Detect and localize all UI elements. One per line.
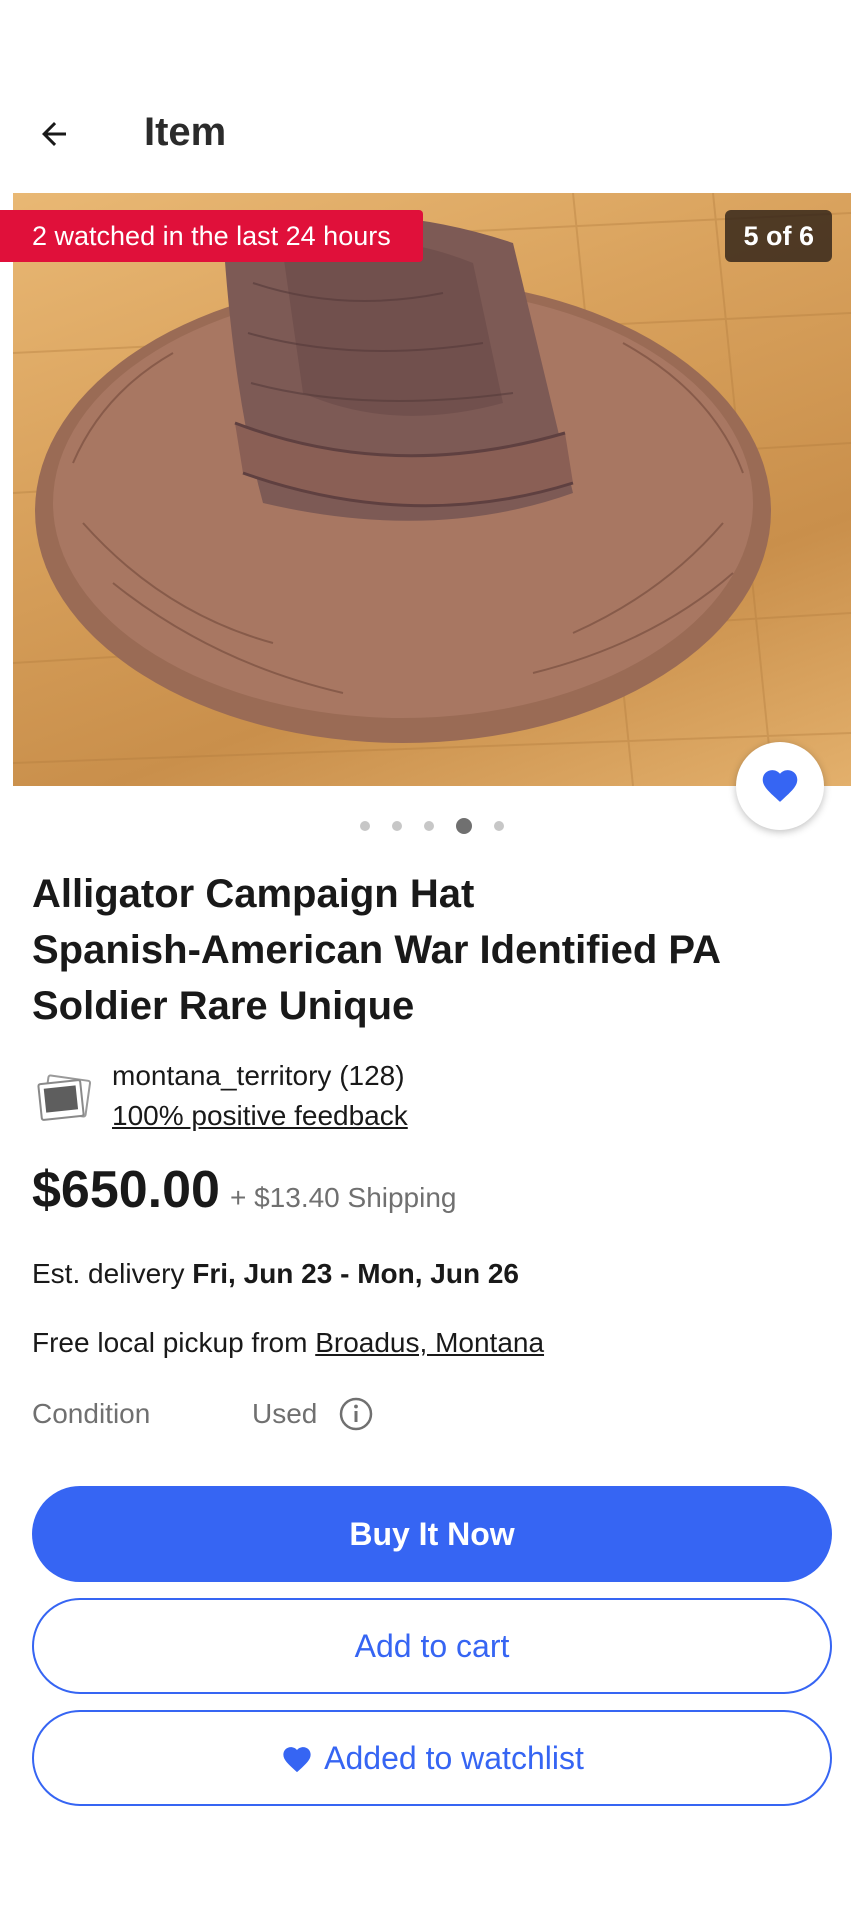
condition-row: Condition Used (32, 1396, 832, 1436)
condition-value: Used (252, 1398, 318, 1429)
image-counter: 5 of 6 (725, 210, 832, 262)
back-button[interactable] (24, 106, 84, 166)
page-title: Item (144, 110, 227, 154)
heart-icon (280, 1743, 314, 1773)
shipping-cost: + $13.40 Shipping (229, 1182, 457, 1213)
arrow-left-icon (36, 116, 72, 157)
carousel-indicator (0, 818, 864, 834)
heart-icon (759, 765, 801, 808)
item-image-gallery[interactable] (13, 193, 851, 786)
watch-button[interactable] (736, 742, 824, 830)
item-photo (13, 193, 851, 786)
carousel-dot-active[interactable] (456, 818, 472, 834)
pickup-label: Free local pickup from (32, 1327, 308, 1358)
watchlist-button[interactable]: Added to watchlist (32, 1710, 832, 1806)
item-price: $650.00 (32, 1161, 220, 1219)
add-to-cart-button[interactable]: Add to cart (32, 1598, 832, 1694)
seller-feedback-link[interactable]: 100% positive feedback (112, 1100, 408, 1132)
watchlist-label: Added to watchlist (324, 1739, 584, 1776)
delivery-label: Est. delivery (32, 1258, 185, 1289)
top-app-bar: Item (0, 100, 864, 172)
price-section: $650.00 + $13.40 Shipping (32, 1160, 832, 1224)
delivery-dates: Fri, Jun 23 - Mon, Jun 26 (192, 1258, 519, 1289)
carousel-dot[interactable] (494, 821, 504, 831)
carousel-dot[interactable] (360, 821, 370, 831)
item-title: Alligator Campaign Hat Spanish-American … (32, 866, 832, 1034)
condition-label: Condition (32, 1398, 151, 1429)
carousel-dot[interactable] (424, 821, 434, 831)
item-title-line: Spanish-American War Identified PA (32, 928, 722, 972)
buy-it-now-button[interactable]: Buy It Now (32, 1486, 832, 1582)
watch-count-banner: 2 watched in the last 24 hours (0, 210, 423, 262)
item-title-line: Soldier Rare Unique (32, 984, 415, 1028)
pickup-location-link[interactable]: Broadus, Montana (315, 1327, 544, 1358)
carousel-dot[interactable] (392, 821, 402, 831)
item-title-line: Alligator Campaign Hat (32, 872, 475, 916)
local-pickup: Free local pickup from Broadus, Montana (32, 1327, 544, 1359)
seller-name[interactable]: montana_territory (128) (112, 1060, 405, 1092)
seller-info[interactable]: montana_territory (128) 100% positive fe… (32, 1058, 832, 1138)
info-icon[interactable] (338, 1396, 374, 1432)
photo-icon (36, 1070, 92, 1126)
estimated-delivery: Est. delivery Fri, Jun 23 - Mon, Jun 26 (32, 1258, 519, 1290)
